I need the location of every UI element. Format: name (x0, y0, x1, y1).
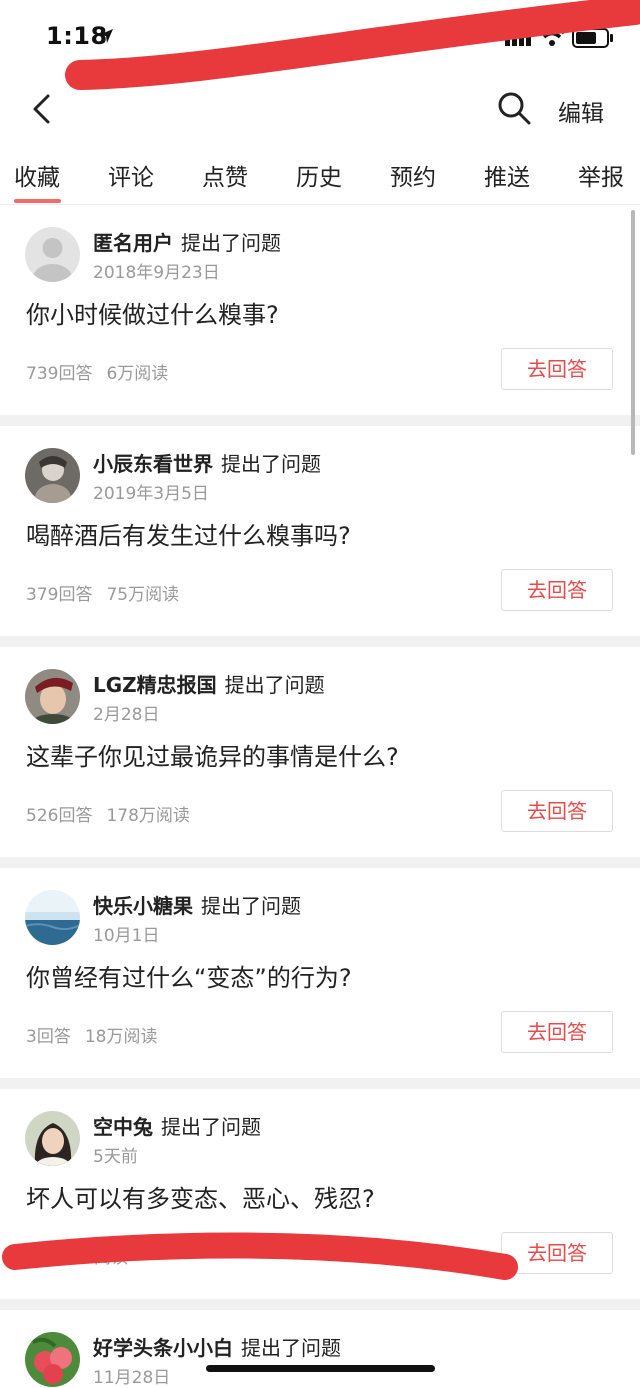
post-date: 2月28日 (93, 705, 160, 725)
post-date: 11月28日 (93, 1368, 171, 1388)
avatar[interactable] (25, 669, 80, 724)
back-icon[interactable] (26, 92, 60, 126)
avatar[interactable] (25, 1111, 80, 1166)
question-title[interactable]: 坏人可以有多变态、恶心、残忍? (26, 1179, 375, 1214)
author-name[interactable]: 小辰东看世界 (93, 452, 213, 476)
tab-reservations[interactable]: 预约 (390, 158, 436, 192)
question-card[interactable]: 空中兔 提出了问题 5天前 坏人可以有多变态、恶心、残忍? 阅读 去回答 (0, 1089, 640, 1299)
read-count: 75万阅读 (106, 585, 180, 605)
question-stats: 阅读 (26, 1243, 128, 1268)
read-count: 阅读 (94, 1248, 128, 1268)
author-name[interactable]: 空中兔 (93, 1115, 153, 1139)
card-divider (0, 415, 640, 426)
card-divider (0, 857, 640, 868)
card-divider (0, 636, 640, 647)
avatar[interactable] (25, 448, 80, 503)
question-stats: 739回答 6万阅读 (26, 359, 168, 384)
question-card[interactable]: LGZ精忠报国 提出了问题 2月28日 这辈子你见过最诡异的事情是什么? 526回… (0, 647, 640, 857)
answer-count: 526回答 (26, 806, 93, 826)
author-action: 提出了问题 (201, 894, 301, 918)
question-title[interactable]: 你曾经有过什么“变态”的行为? (26, 958, 352, 993)
post-date: 2019年3月5日 (93, 484, 209, 504)
avatar[interactable] (25, 1332, 80, 1387)
question-title[interactable]: 你小时候做过什么糗事? (26, 295, 279, 330)
author-name[interactable]: LGZ精忠报国 (93, 673, 217, 697)
tab-favorites[interactable]: 收藏 (14, 158, 60, 192)
tab-comments[interactable]: 评论 (108, 158, 154, 192)
question-stats: 526回答 178万阅读 (26, 801, 190, 826)
wifi-icon (538, 26, 566, 46)
avatar[interactable] (25, 890, 80, 945)
read-count: 178万阅读 (106, 806, 190, 826)
tab-bar: 收藏 评论 点赞 历史 预约 推送 举报 (0, 150, 640, 205)
answer-count: 3回答 (26, 1027, 71, 1047)
tab-likes[interactable]: 点赞 (202, 158, 248, 192)
author-name[interactable]: 匿名用户 (93, 231, 173, 255)
question-stats: 3回答 18万阅读 (26, 1022, 157, 1047)
question-card[interactable]: 好学头条小小白 提出了问题 11月28日 (0, 1310, 640, 1388)
question-card[interactable]: 快乐小糖果 提出了问题 10月1日 你曾经有过什么“变态”的行为? 3回答 18万阅… (0, 868, 640, 1078)
tab-reports[interactable]: 举报 (578, 158, 624, 192)
answer-count: 379回答 (26, 585, 93, 605)
question-stats: 379回答 75万阅读 (26, 580, 179, 605)
home-indicator[interactable] (206, 1365, 435, 1372)
read-count: 6万阅读 (106, 364, 169, 384)
post-date: 2018年9月23日 (93, 263, 220, 283)
location-arrow-icon (99, 29, 113, 43)
go-answer-button[interactable]: 去回答 (501, 1232, 613, 1274)
author-action: 提出了问题 (181, 231, 281, 255)
post-date: 10月1日 (93, 926, 160, 946)
active-tab-indicator (14, 199, 61, 203)
go-answer-button[interactable]: 去回答 (501, 569, 613, 611)
author-action: 提出了问题 (161, 1115, 261, 1139)
nav-header: 编辑 (0, 72, 640, 144)
status-bar: 1:18 (0, 0, 640, 90)
avatar[interactable] (25, 227, 80, 282)
question-title[interactable]: 喝醉酒后有发生过什么糗事吗? (26, 516, 351, 551)
scrollbar[interactable] (631, 210, 635, 455)
post-date: 5天前 (93, 1147, 138, 1167)
author-action: 提出了问题 (224, 673, 325, 697)
author-action: 提出了问题 (221, 452, 321, 476)
question-card[interactable]: 匿名用户 提出了问题 2018年9月23日 你小时候做过什么糗事? 739回答 6万… (0, 205, 640, 415)
go-answer-button[interactable]: 去回答 (501, 790, 613, 832)
battery-icon (572, 28, 613, 48)
tab-push[interactable]: 推送 (484, 158, 530, 192)
answer-count: 739回答 (26, 364, 93, 384)
search-icon[interactable] (496, 90, 532, 126)
card-divider (0, 1078, 640, 1089)
card-divider (0, 1299, 640, 1310)
author-action: 提出了问题 (241, 1336, 341, 1360)
read-count: 18万阅读 (84, 1027, 158, 1047)
edit-button[interactable]: 编辑 (558, 94, 604, 128)
author-name[interactable]: 快乐小糖果 (93, 894, 193, 918)
go-answer-button[interactable]: 去回答 (501, 1011, 613, 1053)
question-title[interactable]: 这辈子你见过最诡异的事情是什么? (26, 737, 399, 772)
signal-icon (505, 28, 531, 46)
author-name[interactable]: 好学头条小小白 (93, 1336, 233, 1360)
tab-history[interactable]: 历史 (296, 158, 342, 192)
go-answer-button[interactable]: 去回答 (501, 348, 613, 390)
question-card[interactable]: 小辰东看世界 提出了问题 2019年3月5日 喝醉酒后有发生过什么糗事吗? 379… (0, 426, 640, 636)
